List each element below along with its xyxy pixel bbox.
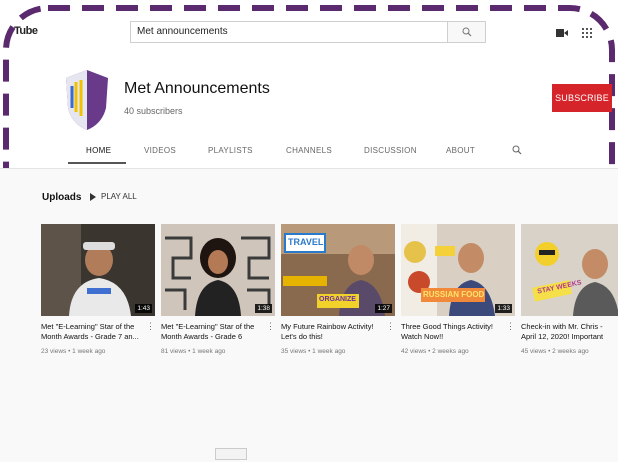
tab-home[interactable]: HOME <box>86 146 111 155</box>
video-title[interactable]: Three Good Things Activity! Watch Now!! <box>401 322 515 342</box>
video-duration: 1:33 <box>495 304 512 313</box>
tab-discussion[interactable]: DISCUSSION <box>364 146 417 155</box>
video-card[interactable]: 1:43 Met "E-Learning" Star of the Month … <box>41 224 155 355</box>
play-all-button[interactable]: PLAY ALL <box>90 192 137 201</box>
thumbnail-image <box>161 224 275 316</box>
video-thumbnail[interactable]: 1:38 <box>161 224 275 316</box>
subscriber-count: 40 subscribers <box>124 106 183 116</box>
tab-channels[interactable]: CHANNELS <box>286 146 332 155</box>
video-card[interactable]: TRAVEL ORGANIZE 1:27 My Future Rainbow A… <box>281 224 395 355</box>
subscribe-button[interactable]: SUBSCRIBE <box>552 84 612 112</box>
top-bar: Tube Met announcements <box>0 16 618 50</box>
video-title[interactable]: My Future Rainbow Activity! Let's do thi… <box>281 322 395 342</box>
thumbnail-text: RUSSIAN FOOD <box>423 290 485 299</box>
uploads-heading[interactable]: Uploads <box>42 192 81 203</box>
thumbnail-image <box>41 224 155 316</box>
search-icon <box>462 27 471 37</box>
footer-marker <box>215 448 247 460</box>
search-button[interactable] <box>448 21 486 43</box>
video-duration: 1:27 <box>375 304 392 313</box>
video-camera-icon[interactable] <box>556 27 568 41</box>
channel-name: Met Announcements <box>124 80 270 97</box>
channel-search-icon[interactable] <box>512 145 522 155</box>
video-duration: 1:38 <box>255 304 272 313</box>
video-thumbnail[interactable]: TRAVEL ORGANIZE 1:27 <box>281 224 395 316</box>
youtube-logo[interactable]: Tube <box>14 25 38 37</box>
apps-grid-icon[interactable] <box>582 27 592 41</box>
thumbnail-text: TRAVEL <box>288 237 324 247</box>
video-thumbnail[interactable]: RUSSIAN FOOD 1:33 <box>401 224 515 316</box>
video-meta: 45 views • 2 weeks ago <box>521 348 589 355</box>
more-options-icon[interactable]: ⋮ <box>386 322 395 331</box>
video-title[interactable]: Check-in with Mr. Chris - April 12, 2020… <box>521 322 618 342</box>
thumbnail-image <box>401 224 515 316</box>
video-meta: 81 views • 1 week ago <box>161 348 226 355</box>
video-meta: 35 views • 1 week ago <box>281 348 346 355</box>
play-all-label: PLAY ALL <box>101 192 137 201</box>
video-meta: 23 views • 1 week ago <box>41 348 106 355</box>
video-card[interactable]: 1:38 Met "E-Learning" Star of the Month … <box>161 224 275 355</box>
tab-videos[interactable]: VIDEOS <box>144 146 176 155</box>
video-thumbnail[interactable]: STAY WEEKS <box>521 224 618 316</box>
video-card[interactable]: STAY WEEKS Check-in with Mr. Chris - Apr… <box>521 224 618 355</box>
play-icon <box>90 192 96 201</box>
channel-avatar-shield-icon[interactable] <box>64 68 110 132</box>
active-tab-indicator <box>68 162 126 164</box>
thumbnail-text: ORGANIZE <box>319 296 356 303</box>
video-duration: 1:43 <box>135 304 152 313</box>
video-title[interactable]: Met "E-Learning" Star of the Month Award… <box>161 322 275 342</box>
tab-playlists[interactable]: PLAYLISTS <box>208 146 253 155</box>
more-options-icon[interactable]: ⋮ <box>266 322 275 331</box>
search-input[interactable]: Met announcements <box>130 21 448 43</box>
more-options-icon[interactable]: ⋮ <box>146 322 155 331</box>
video-meta: 42 views • 2 weeks ago <box>401 348 469 355</box>
video-card[interactable]: RUSSIAN FOOD 1:33 Three Good Things Acti… <box>401 224 515 355</box>
tab-about[interactable]: ABOUT <box>446 146 475 155</box>
video-title[interactable]: Met "E-Learning" Star of the Month Award… <box>41 322 155 342</box>
more-options-icon[interactable]: ⋮ <box>506 322 515 331</box>
thumbnail-image <box>521 224 618 316</box>
video-thumbnail[interactable]: 1:43 <box>41 224 155 316</box>
channel-tabs: HOME VIDEOS PLAYLISTS CHANNELS DISCUSSIO… <box>68 140 618 166</box>
